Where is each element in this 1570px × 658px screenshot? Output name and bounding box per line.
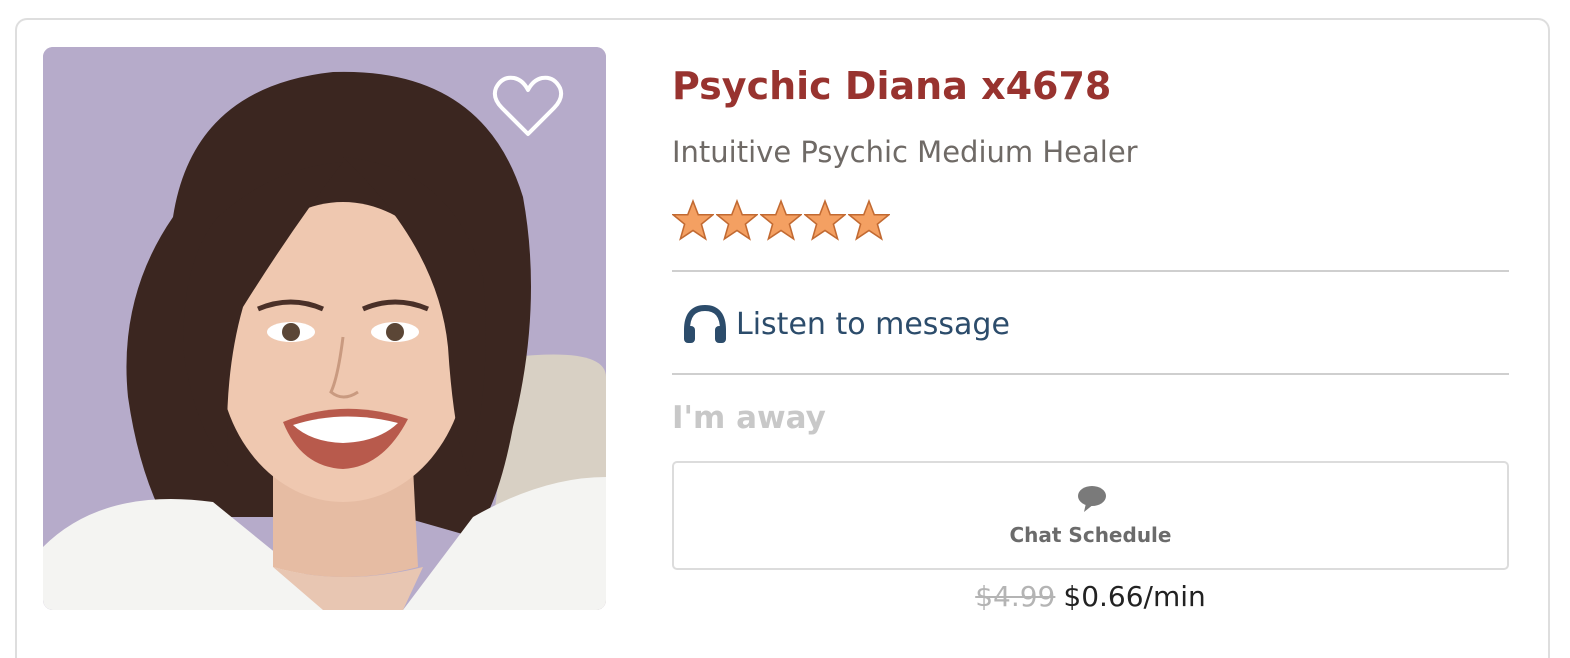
old-price: $4.99 <box>975 580 1056 613</box>
headphones-icon <box>684 304 726 343</box>
star-icon <box>848 199 890 241</box>
star-icon <box>760 199 802 241</box>
divider <box>672 270 1509 272</box>
chat-schedule-button[interactable]: Chat Schedule <box>672 461 1509 570</box>
favorite-heart-icon[interactable] <box>492 74 564 140</box>
rating-stars <box>672 199 890 243</box>
price-info: $4.99 $0.66/min <box>672 578 1509 616</box>
status-away: I'm away <box>672 400 826 436</box>
listen-to-message-link[interactable]: Listen to message <box>682 302 1010 346</box>
divider <box>672 373 1509 375</box>
listen-label: Listen to message <box>736 306 1010 342</box>
chat-schedule-label: Chat Schedule <box>1009 523 1172 547</box>
chat-bubble-icon <box>1078 486 1106 512</box>
star-icon <box>672 199 714 241</box>
advisor-name[interactable]: Psychic Diana x4678 <box>672 62 1111 110</box>
star-icon <box>804 199 846 241</box>
current-price: $0.66/min <box>1063 580 1206 613</box>
star-icon <box>716 199 758 241</box>
advisor-subtitle: Intuitive Psychic Medium Healer <box>672 135 1138 169</box>
